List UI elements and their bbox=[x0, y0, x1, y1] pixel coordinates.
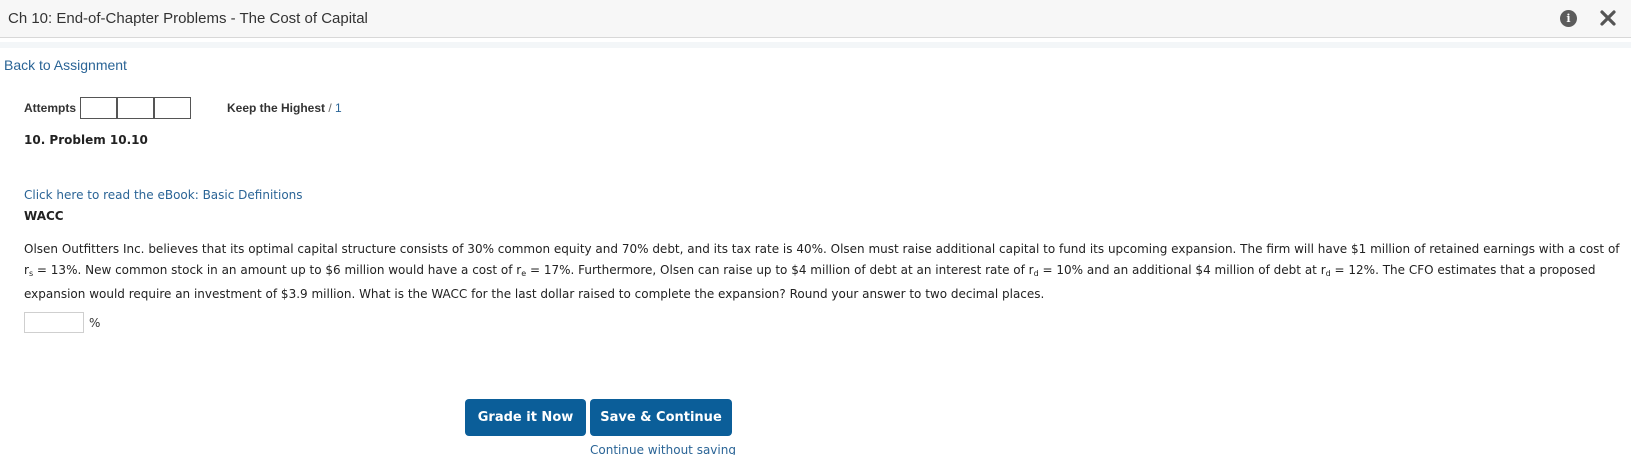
attempt-box-3 bbox=[154, 97, 191, 119]
answer-input[interactable] bbox=[24, 312, 84, 333]
keep-highest-label: Keep the Highest bbox=[227, 101, 326, 115]
keep-highest: Keep the Highest / 1 bbox=[227, 101, 342, 115]
keep-value: 1 bbox=[335, 101, 342, 115]
problem-text-part-4: = 10% and an additional $4 million of de… bbox=[1038, 263, 1326, 277]
problem-text-part-2: = 13%. New common stock in an amount up … bbox=[33, 263, 522, 277]
info-icon[interactable]: i bbox=[1560, 10, 1577, 27]
header-divider bbox=[0, 42, 1631, 48]
ebook-link[interactable]: Click here to read the eBook: Basic Defi… bbox=[24, 188, 303, 202]
continue-without-saving-link[interactable]: Continue without saving bbox=[590, 443, 736, 455]
keep-separator: / bbox=[325, 101, 336, 115]
problem-text-part-3: = 17%. Furthermore, Olsen can raise up t… bbox=[526, 263, 1034, 277]
percent-unit: % bbox=[89, 316, 101, 330]
attempts-label: Attempts bbox=[24, 101, 77, 115]
grade-it-now-button[interactable]: Grade it Now bbox=[465, 399, 586, 436]
title-bar: Ch 10: End-of-Chapter Problems - The Cos… bbox=[0, 0, 1631, 38]
problem-statement: Olsen Outfitters Inc. believes that its … bbox=[24, 239, 1624, 305]
section-heading: WACC bbox=[24, 209, 64, 223]
problem-title: 10. Problem 10.10 bbox=[24, 133, 148, 147]
close-icon[interactable] bbox=[1596, 6, 1620, 30]
back-to-assignment-link[interactable]: Back to Assignment bbox=[4, 57, 127, 73]
attempt-box-1 bbox=[80, 97, 117, 119]
attempt-box-2 bbox=[117, 97, 154, 119]
save-and-continue-button[interactable]: Save & Continue bbox=[590, 399, 732, 436]
window-title: Ch 10: End-of-Chapter Problems - The Cos… bbox=[8, 10, 368, 27]
